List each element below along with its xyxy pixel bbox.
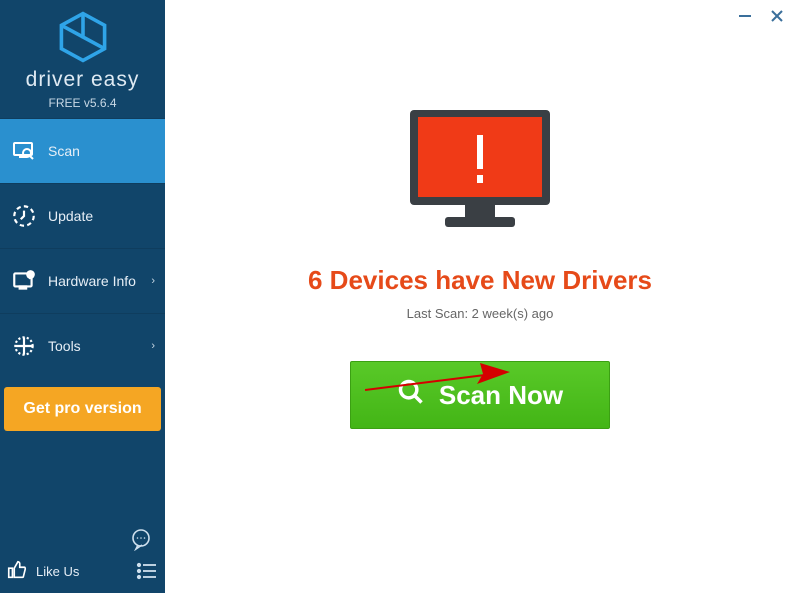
brand-name: driver easy	[0, 68, 165, 92]
nav-label: Tools	[48, 338, 151, 354]
svg-text:i: i	[30, 273, 32, 280]
nav-label: Hardware Info	[48, 273, 151, 289]
search-icon	[397, 378, 425, 413]
status-text: 6 Devices have New Drivers	[308, 265, 652, 296]
thumb-up-icon	[6, 559, 30, 583]
menu-icon[interactable]	[135, 559, 159, 583]
main-panel: 6 Devices have New Drivers Last Scan: 2 …	[165, 0, 795, 593]
get-pro-button[interactable]: Get pro version	[4, 387, 161, 431]
chat-icon[interactable]	[129, 527, 153, 551]
scan-icon	[10, 137, 38, 165]
nav-update[interactable]: Update	[0, 183, 165, 248]
update-icon	[10, 202, 38, 230]
close-button[interactable]	[767, 6, 787, 26]
scan-now-button[interactable]: Scan Now	[350, 361, 610, 429]
last-scan-text: Last Scan: 2 week(s) ago	[407, 306, 554, 321]
monitor-alert-icon	[400, 105, 560, 235]
app-window: driver easy FREE v5.6.4 Scan U	[0, 0, 795, 593]
sidebar-bottom: Like Us	[0, 519, 165, 593]
like-us-label: Like Us	[36, 564, 135, 579]
nav-label: Update	[48, 208, 155, 224]
window-controls	[735, 6, 787, 26]
nav-scan[interactable]: Scan	[0, 118, 165, 183]
chevron-right-icon: ›	[151, 275, 155, 287]
sidebar-spacer	[0, 440, 165, 519]
chevron-right-icon: ›	[151, 340, 155, 352]
nav-hardware-info[interactable]: i Hardware Info ›	[0, 248, 165, 313]
nav-tools[interactable]: Tools ›	[0, 313, 165, 378]
nav-label: Scan	[48, 143, 155, 159]
scan-now-label: Scan Now	[439, 380, 563, 411]
brand-version: FREE v5.6.4	[0, 96, 165, 110]
logo-area: driver easy FREE v5.6.4	[0, 0, 165, 118]
like-us-button[interactable]: Like Us	[6, 557, 159, 585]
tools-icon	[10, 332, 38, 360]
sidebar: driver easy FREE v5.6.4 Scan U	[0, 0, 165, 593]
minimize-button[interactable]	[735, 6, 755, 26]
content: 6 Devices have New Drivers Last Scan: 2 …	[165, 0, 795, 429]
logo-icon	[56, 10, 110, 64]
hardware-info-icon: i	[10, 267, 38, 295]
